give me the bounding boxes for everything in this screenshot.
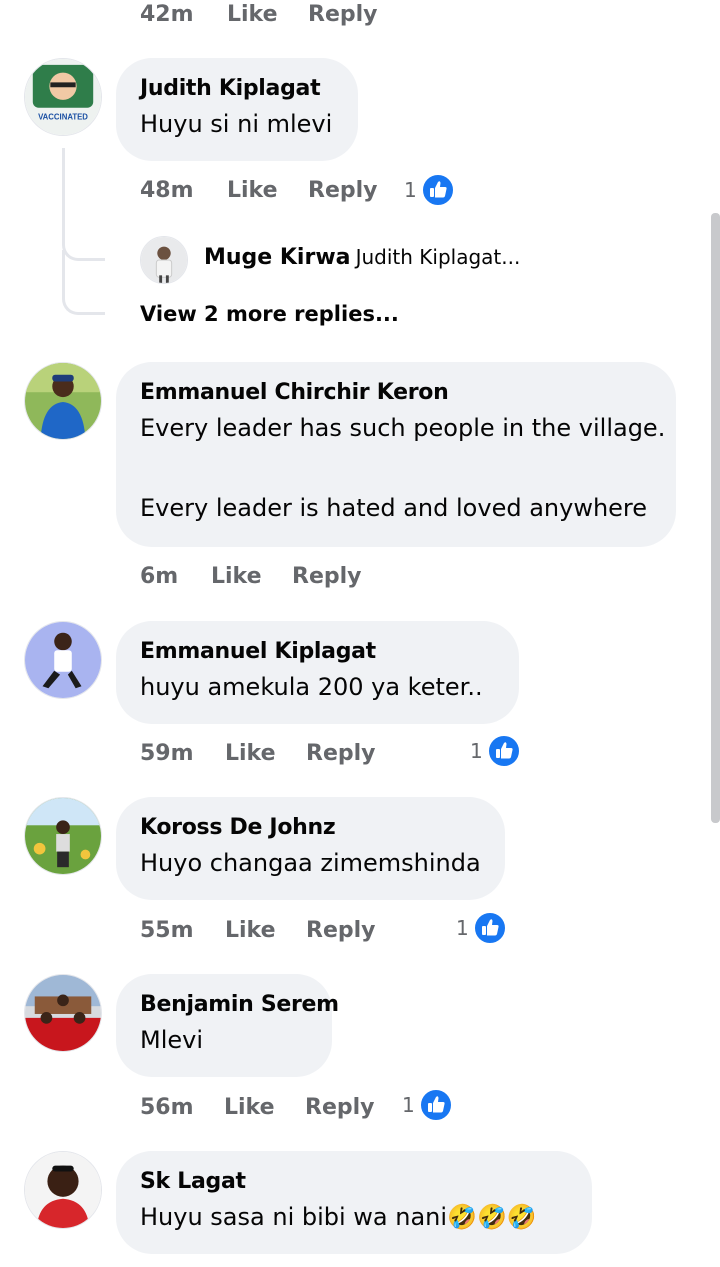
timestamp: 55m bbox=[140, 918, 194, 943]
like-link[interactable]: Like bbox=[227, 2, 278, 27]
comment-actions: 48m Like Reply bbox=[140, 178, 440, 208]
commenter-name[interactable]: Koross De Johnz bbox=[140, 813, 481, 843]
reaction-number: 1 bbox=[404, 178, 417, 202]
thumbs-up-icon bbox=[420, 173, 455, 207]
comment-bubble: Judith Kiplagat Huyu si ni mlevi bbox=[116, 58, 358, 161]
comment-bubble: Emmanuel Chirchir Keron Every leader has… bbox=[116, 362, 676, 547]
comment-bubble: Benjamin Serem Mlevi bbox=[116, 974, 339, 1077]
comment-text: Huyu sasa ni bibi wa nani🤣🤣🤣 bbox=[140, 1197, 568, 1237]
thumbs-up-icon bbox=[486, 734, 521, 768]
comment-bubble: Sk Lagat Huyu sasa ni bibi wa nani🤣🤣🤣 bbox=[116, 1151, 592, 1254]
reaction-count[interactable]: 1 bbox=[402, 1088, 453, 1122]
comment-actions: 6m Like Reply bbox=[140, 564, 440, 594]
reply-link[interactable]: Reply bbox=[305, 1095, 375, 1120]
commenter-name[interactable]: Benjamin Serem bbox=[140, 990, 339, 1020]
reply-snippet: Judith Kiplagat... bbox=[355, 245, 521, 269]
like-link[interactable]: Like bbox=[224, 1095, 275, 1120]
like-link[interactable]: Like bbox=[225, 918, 276, 943]
comment-text-line bbox=[140, 448, 652, 488]
laughing-emoji: 🤣🤣🤣 bbox=[447, 1203, 537, 1231]
comment-actions: 56m Like Reply bbox=[140, 1095, 440, 1125]
comment-actions: 59m Like Reply bbox=[140, 741, 440, 771]
timestamp: 59m bbox=[140, 741, 194, 766]
avatar[interactable] bbox=[24, 797, 102, 875]
thumbs-up-icon bbox=[472, 911, 507, 945]
commenter-name[interactable]: Judith Kiplagat bbox=[140, 74, 334, 104]
comment-bubble: Emmanuel Kiplagat huyu amekula 200 ya ke… bbox=[116, 621, 519, 724]
reaction-number: 1 bbox=[470, 739, 483, 763]
commenter-name[interactable]: Sk Lagat bbox=[140, 1167, 568, 1197]
comment-actions: 55m Like Reply bbox=[140, 918, 440, 948]
commenter-name[interactable]: Emmanuel Chirchir Keron bbox=[140, 378, 652, 408]
comment-text: Huyu si ni mlevi bbox=[140, 110, 333, 138]
like-link[interactable]: Like bbox=[227, 178, 278, 203]
avatar[interactable] bbox=[140, 236, 188, 284]
avatar[interactable] bbox=[24, 1151, 102, 1229]
reply-author[interactable]: Muge Kirwa bbox=[204, 245, 351, 270]
comment-bubble: Koross De Johnz Huyo changaa zimemshinda bbox=[116, 797, 505, 900]
reaction-count[interactable]: 1 bbox=[456, 911, 507, 945]
timestamp: 6m bbox=[140, 564, 179, 589]
comment-text-line: Every leader is hated and loved anywhere bbox=[140, 494, 648, 522]
comment-text: huyu amekula 200 ya keter.. bbox=[140, 673, 483, 701]
timestamp: 42m bbox=[140, 2, 194, 27]
comment-actions: 42m Like Reply bbox=[140, 2, 440, 32]
timestamp: 56m bbox=[140, 1095, 194, 1120]
reaction-count[interactable]: 1 bbox=[470, 734, 521, 768]
commenter-name[interactable]: Emmanuel Kiplagat bbox=[140, 637, 495, 667]
reply-link[interactable]: Reply bbox=[308, 2, 378, 27]
reaction-number: 1 bbox=[402, 1093, 415, 1117]
avatar[interactable]: VACCINATED bbox=[24, 58, 102, 136]
thread-line bbox=[62, 250, 105, 315]
avatar[interactable] bbox=[24, 362, 102, 440]
comment-text-line: Every leader has such people in the vill… bbox=[140, 414, 666, 442]
view-more-replies[interactable]: View 2 more replies... bbox=[140, 302, 399, 326]
comment-text: Mlevi bbox=[140, 1026, 204, 1054]
comment-text: Huyo changaa zimemshinda bbox=[140, 849, 481, 877]
reaction-number: 1 bbox=[456, 916, 469, 940]
reply-link[interactable]: Reply bbox=[308, 178, 378, 203]
avatar[interactable] bbox=[24, 974, 102, 1052]
reply-preview[interactable]: Muge Kirwa Judith Kiplagat... bbox=[204, 245, 520, 270]
thread-line bbox=[62, 148, 105, 261]
thumbs-up-icon bbox=[418, 1088, 453, 1122]
reply-link[interactable]: Reply bbox=[306, 918, 376, 943]
reaction-count[interactable]: 1 bbox=[404, 173, 455, 207]
scrollbar[interactable] bbox=[711, 213, 720, 823]
reply-link[interactable]: Reply bbox=[292, 564, 362, 589]
avatar-badge-text: VACCINATED bbox=[38, 112, 88, 121]
timestamp: 48m bbox=[140, 178, 194, 203]
like-link[interactable]: Like bbox=[211, 564, 262, 589]
like-link[interactable]: Like bbox=[225, 741, 276, 766]
reply-link[interactable]: Reply bbox=[306, 741, 376, 766]
avatar[interactable] bbox=[24, 621, 102, 699]
comment-text-body: Huyu sasa ni bibi wa nani bbox=[140, 1203, 448, 1231]
